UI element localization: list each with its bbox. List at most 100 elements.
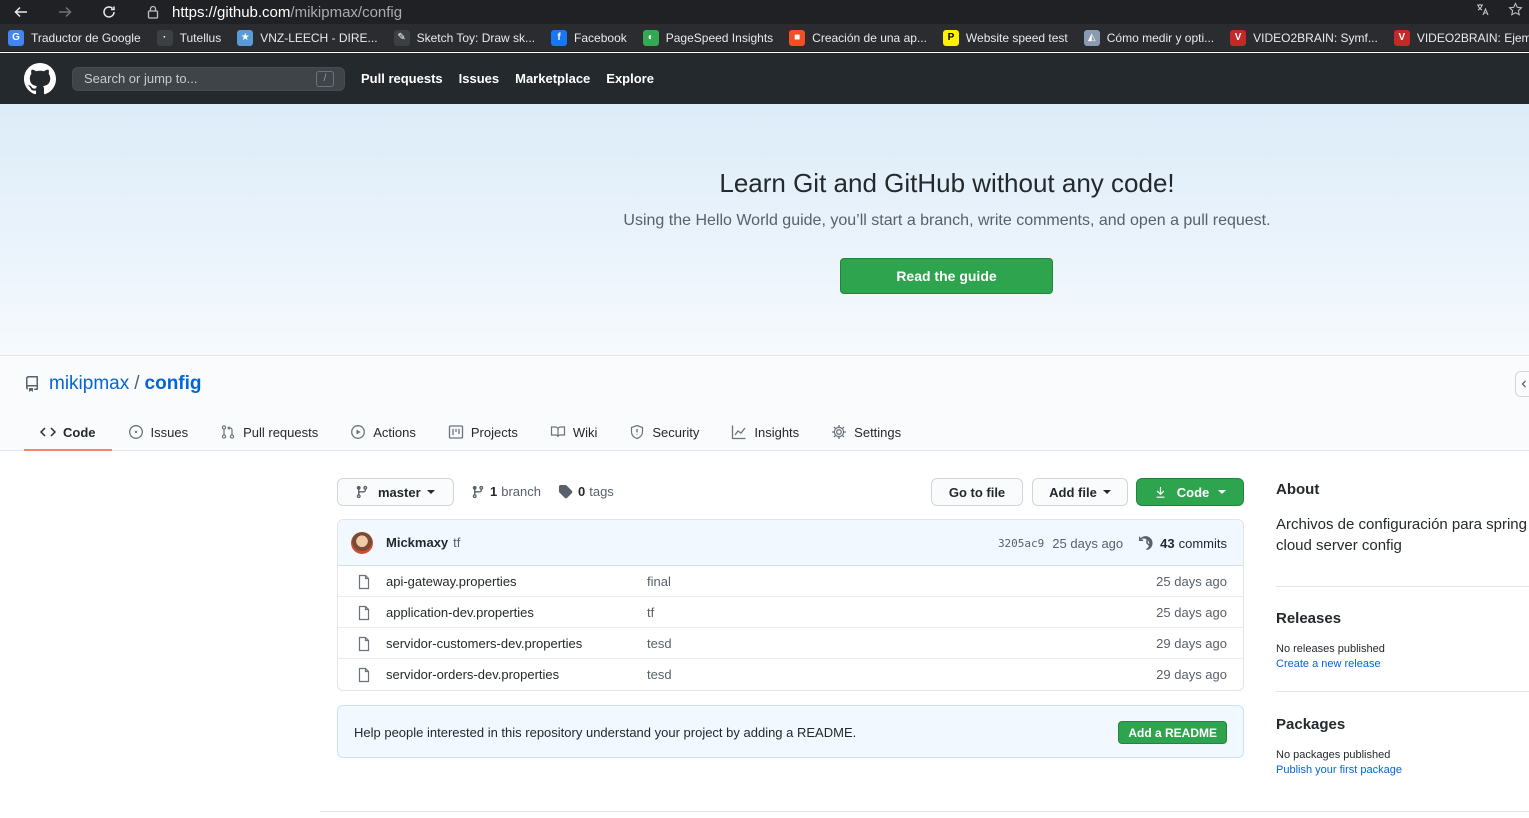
code-button-label: Code [1176,484,1210,500]
branch-select-button[interactable]: master [337,478,454,506]
bookmark-item[interactable]: ★ VNZ-LEECH - DIRE... [237,29,378,46]
file-name-link[interactable]: servidor-orders-dev.properties [386,667,559,682]
bookmark-label: Website speed test [965,30,1068,45]
file-name-link[interactable]: servidor-customers-dev.properties [386,636,582,651]
star-icon[interactable] [1508,2,1523,17]
header-nav-issues[interactable]: Issues [459,71,499,86]
repo-separator: / [134,373,140,394]
code-icon [40,427,56,437]
code-download-button[interactable]: Code [1136,478,1244,506]
create-release-link[interactable]: Create a new release [1276,658,1381,670]
tab-projects[interactable]: Projects [432,415,534,451]
header-nav-explore[interactable]: Explore [606,71,654,86]
github-header: Search or jump to... / Pull requests Issu… [0,53,1529,104]
repo-owner-link[interactable]: mikipmax [49,373,129,395]
tags-link[interactable]: 0 tags [558,484,614,499]
tab-label: Code [63,424,96,440]
file-name-link[interactable]: api-gateway.properties [386,574,517,589]
forward-icon[interactable] [54,1,76,23]
search-shortcut-key: / [316,70,334,87]
file-commit-message-link[interactable]: tesd [647,636,672,651]
readme-prompt: Help people interested in this repositor… [337,705,1244,758]
about-heading: About [1276,481,1320,498]
tab-issues[interactable]: Issues [112,415,205,451]
download-icon [1156,486,1165,498]
commit-author-link[interactable]: Mickmaxy [386,535,448,550]
bookmark-item[interactable]: ◭ Cómo medir y opti... [1083,29,1215,46]
avatar[interactable] [351,531,373,554]
bookmark-item[interactable]: f Facebook [551,29,627,46]
repo-name-link[interactable]: config [145,373,202,395]
tab-security[interactable]: Security [613,415,715,451]
packages-heading[interactable]: Packages [1276,716,1345,733]
bookmark-label: Tutellus [179,30,222,45]
bookmark-label: Cómo medir y opti... [1106,30,1215,45]
bookmark-item[interactable]: G Traductor de Google [8,29,141,46]
address-bar[interactable]: https://github.com/mikipmax/config [146,1,402,23]
bookmark-item[interactable]: ■ Creación de una ap... [789,29,927,46]
file-name-link[interactable]: application-dev.properties [386,605,534,620]
file-icon [358,605,370,621]
bookmark-item[interactable]: P Website speed test [942,29,1068,46]
commit-message-link[interactable]: tf [453,535,460,550]
tab-pull-requests[interactable]: Pull requests [204,415,334,451]
latest-commit-bar: Mickmaxy tf 3205ac9 25 days ago 43 commit… [338,520,1243,566]
reload-icon[interactable] [98,1,120,23]
header-nav-pull-requests[interactable]: Pull requests [361,71,443,86]
edge-collapsed-button[interactable] [1515,371,1529,397]
tab-actions[interactable]: Actions [334,415,432,451]
tab-settings[interactable]: Settings [815,415,917,451]
facebook-icon: f [551,29,568,46]
repo-tabs: Code Issues Pull requests Actions Projects Wi… [24,415,917,451]
go-to-file-button[interactable]: Go to file [931,478,1023,506]
add-file-button[interactable]: Add file [1032,478,1128,506]
no-packages-text: No packages published [1276,749,1391,761]
tab-label: Insights [754,424,800,440]
file-commit-message-link[interactable]: final [647,574,671,589]
file-toolbar: master 1 branch 0 tags Go to file Add file… [337,478,1244,506]
divider [320,811,1529,812]
chevron-left-icon [1521,380,1526,388]
tab-code[interactable]: Code [24,415,112,451]
bookmarks-bar: G Traductor de Google · Tutellus ★ VNZ-LEECH … [0,24,1529,52]
issue-icon [128,425,143,439]
file-browser: Mickmaxy tf 3205ac9 25 days ago 43 commit… [337,519,1244,691]
header-nav-marketplace[interactable]: Marketplace [515,71,590,86]
tab-label: Issues [150,424,189,440]
bookmark-item[interactable]: ◐ PageSpeed Insights [642,29,774,46]
releases-heading[interactable]: Releases [1276,610,1341,627]
translate-icon[interactable] [1475,2,1490,17]
back-icon[interactable] [10,1,32,23]
bookmark-item[interactable]: V VIDEO2BRAIN: Ejem... [1393,29,1529,46]
file-commit-message-link[interactable]: tesd [647,667,672,682]
commits-link[interactable]: 43 commits [1139,535,1227,551]
lock-icon [147,5,159,19]
repo-icon [25,376,38,392]
tag-icon [558,484,573,499]
tab-wiki[interactable]: Wiki [534,415,614,451]
bookmark-item[interactable]: ✎ Sketch Toy: Draw sk... [393,29,535,46]
graph-icon [732,425,746,440]
bookmark-item[interactable]: V VIDEO2BRAIN: Symf... [1230,29,1378,46]
github-logo-icon[interactable] [24,62,56,95]
tab-insights[interactable]: Insights [715,415,815,451]
commit-sha-link[interactable]: 3205ac9 [998,537,1044,550]
bookmark-label: PageSpeed Insights [665,30,774,45]
play-icon [351,425,366,439]
pull-request-icon [221,425,235,439]
branches-link[interactable]: 1 branch [471,484,541,499]
bookmark-item[interactable]: · Tutellus [156,29,222,46]
tab-label: Settings [854,424,902,440]
file-commit-message-link[interactable]: tf [647,605,654,620]
branch-label: branch [501,484,541,499]
search-input[interactable]: Search or jump to... / [72,66,345,91]
add-readme-button[interactable]: Add a README [1118,721,1227,744]
branch-icon [356,485,368,499]
file-age: 25 days ago [1156,605,1227,620]
divider [1276,691,1529,692]
publish-package-link[interactable]: Publish your first package [1276,764,1402,776]
search-placeholder: Search or jump to... [84,71,198,86]
branch-count: 1 [490,484,498,499]
read-guide-button[interactable]: Read the guide [840,258,1053,294]
bookmark-label: Creación de una ap... [812,30,927,45]
